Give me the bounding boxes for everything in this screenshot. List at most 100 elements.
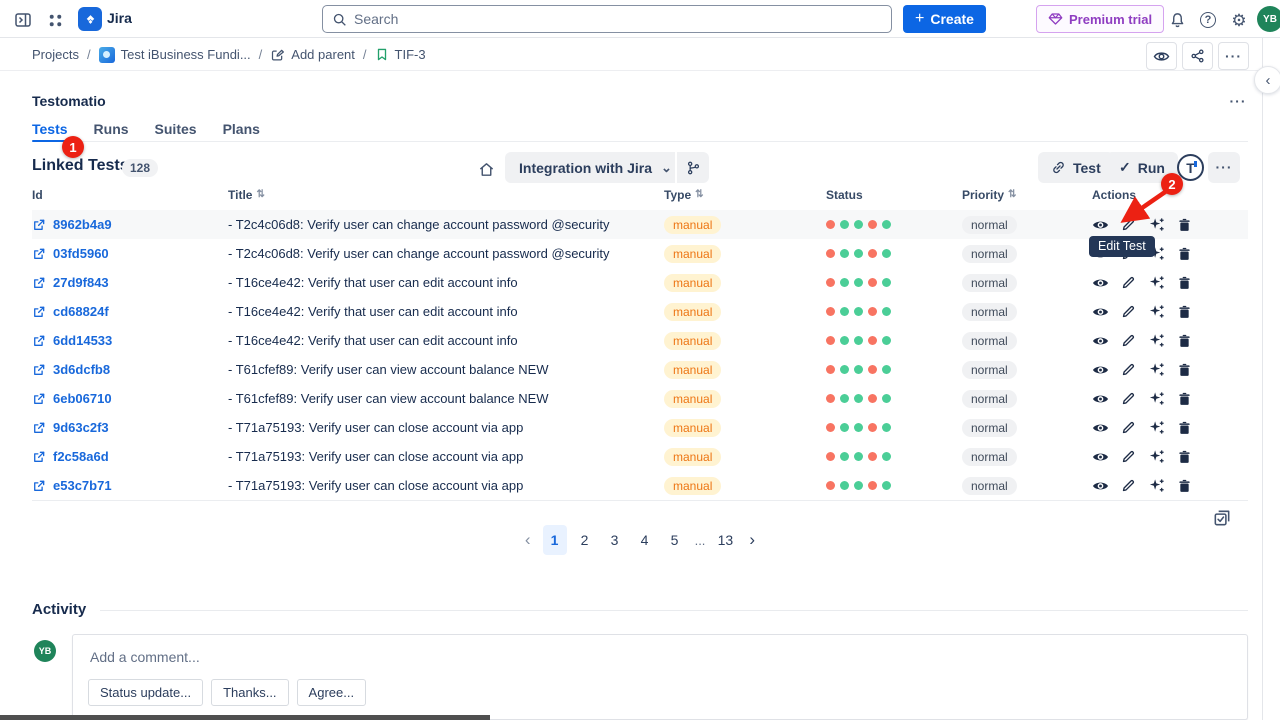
pagination-page-1[interactable]: 1: [543, 525, 567, 555]
table-row[interactable]: 9d63c2f3 - T71a75193: Verify user can cl…: [32, 413, 1248, 442]
pagination-page-4[interactable]: 4: [633, 525, 657, 555]
jira-logo-icon[interactable]: [78, 7, 102, 31]
breadcrumb-projects[interactable]: Projects: [32, 47, 79, 62]
share-icon[interactable]: [1182, 42, 1213, 70]
ai-sparkles-icon[interactable]: [1148, 303, 1165, 320]
delete-trash-icon[interactable]: [1176, 332, 1193, 349]
table-row[interactable]: 03fd5960 - T2c4c06d8: Verify user can ch…: [32, 239, 1248, 268]
link-test-button[interactable]: Test: [1038, 152, 1114, 183]
delete-trash-icon[interactable]: [1176, 448, 1193, 465]
delete-trash-icon[interactable]: [1176, 303, 1193, 320]
ai-sparkles-icon[interactable]: [1148, 477, 1165, 494]
pagination-page-2[interactable]: 2: [573, 525, 597, 555]
edit-pencil-icon[interactable]: [1120, 419, 1137, 436]
home-icon[interactable]: [472, 156, 500, 182]
global-search[interactable]: [322, 5, 892, 33]
table-row[interactable]: f2c58a6d - T71a75193: Verify user can cl…: [32, 442, 1248, 471]
column-header-title[interactable]: Title ⇅: [228, 188, 265, 202]
test-id-link[interactable]: 8962b4a9: [53, 217, 112, 232]
create-button[interactable]: + Create: [903, 5, 986, 33]
comment-input[interactable]: [90, 649, 1190, 665]
settings-gear-icon[interactable]: ⚙: [1226, 7, 1252, 33]
quick-reply-chip[interactable]: Thanks...: [211, 679, 288, 706]
column-header-type[interactable]: Type ⇅: [664, 188, 704, 202]
table-row[interactable]: 3d6dcfb8 - T61cfef89: Verify user can vi…: [32, 355, 1248, 384]
table-row[interactable]: 6eb06710 - T61cfef89: Verify user can vi…: [32, 384, 1248, 413]
pagination-prev-icon[interactable]: ‹: [519, 530, 537, 550]
page-more-icon[interactable]: ···: [1218, 42, 1249, 70]
view-eye-icon[interactable]: [1092, 216, 1109, 233]
view-eye-icon[interactable]: [1092, 448, 1109, 465]
test-id-link[interactable]: 6dd14533: [53, 333, 112, 348]
premium-trial-button[interactable]: Premium trial: [1036, 5, 1164, 33]
ai-sparkles-icon[interactable]: [1148, 390, 1165, 407]
branch-icon[interactable]: [675, 152, 709, 183]
sidebar-toggle-icon[interactable]: [10, 7, 36, 33]
pagination-next-icon[interactable]: ›: [743, 530, 761, 550]
view-eye-icon[interactable]: [1092, 332, 1109, 349]
test-id-link[interactable]: cd68824f: [53, 304, 109, 319]
panel-more-icon[interactable]: ···: [1224, 90, 1252, 112]
ai-sparkles-icon[interactable]: [1148, 274, 1165, 291]
delete-trash-icon[interactable]: [1176, 419, 1193, 436]
ai-sparkles-icon[interactable]: [1148, 419, 1165, 436]
pagination-page-3[interactable]: 3: [603, 525, 627, 555]
ai-sparkles-icon[interactable]: [1148, 216, 1165, 233]
test-id-link[interactable]: 9d63c2f3: [53, 420, 109, 435]
edit-pencil-icon[interactable]: [1120, 216, 1137, 233]
watch-eye-icon[interactable]: [1146, 42, 1177, 70]
toolbar-more-icon[interactable]: ···: [1208, 152, 1240, 183]
test-id-link[interactable]: 3d6dcfb8: [53, 362, 110, 377]
test-id-link[interactable]: 27d9f843: [53, 275, 109, 290]
column-header-priority[interactable]: Priority ⇅: [962, 188, 1016, 202]
quick-reply-chip[interactable]: Agree...: [297, 679, 367, 706]
edit-pencil-icon[interactable]: [1120, 274, 1137, 291]
table-row[interactable]: 8962b4a9 - T2c4c06d8: Verify user can ch…: [32, 210, 1248, 239]
edit-pencil-icon[interactable]: [1120, 448, 1137, 465]
tab-suites[interactable]: Suites: [155, 121, 197, 141]
table-row[interactable]: 6dd14533 - T16ce4e42: Verify that user c…: [32, 326, 1248, 355]
notifications-bell-icon[interactable]: [1164, 7, 1190, 33]
comment-box[interactable]: Status update... Thanks... Agree...: [72, 634, 1248, 720]
quick-reply-chip[interactable]: Status update...: [88, 679, 203, 706]
delete-trash-icon[interactable]: [1176, 216, 1193, 233]
test-id-link[interactable]: 6eb06710: [53, 391, 112, 406]
ai-sparkles-icon[interactable]: [1148, 332, 1165, 349]
delete-trash-icon[interactable]: [1176, 477, 1193, 494]
search-input[interactable]: [354, 11, 882, 27]
edit-pencil-icon[interactable]: [1120, 361, 1137, 378]
table-row[interactable]: e53c7b71 - T71a75193: Verify user can cl…: [32, 471, 1248, 500]
test-id-link[interactable]: f2c58a6d: [53, 449, 109, 464]
delete-trash-icon[interactable]: [1176, 274, 1193, 291]
table-row[interactable]: 27d9f843 - T16ce4e42: Verify that user c…: [32, 268, 1248, 297]
delete-trash-icon[interactable]: [1176, 361, 1193, 378]
branch-selector-dropdown[interactable]: Integration with Jira ⌄: [505, 152, 686, 183]
pagination-page-13[interactable]: 13: [713, 525, 737, 555]
app-switcher-icon[interactable]: [42, 7, 68, 33]
breadcrumb-issue[interactable]: TIF-3: [375, 47, 426, 62]
test-id-link[interactable]: 03fd5960: [53, 246, 109, 261]
test-id-link[interactable]: e53c7b71: [53, 478, 112, 493]
ai-sparkles-icon[interactable]: [1148, 448, 1165, 465]
delete-trash-icon[interactable]: [1176, 245, 1193, 262]
view-eye-icon[interactable]: [1092, 274, 1109, 291]
tab-runs[interactable]: Runs: [94, 121, 129, 141]
user-avatar[interactable]: YB: [1257, 6, 1280, 32]
table-row[interactable]: cd68824f - T16ce4e42: Verify that user c…: [32, 297, 1248, 326]
tab-plans[interactable]: Plans: [223, 121, 260, 141]
breadcrumb-project[interactable]: Test iBusiness Fundi...: [99, 47, 251, 63]
view-eye-icon[interactable]: [1092, 390, 1109, 407]
collapse-panel-icon[interactable]: ‹: [1254, 66, 1280, 94]
delete-trash-icon[interactable]: [1176, 390, 1193, 407]
tab-tests[interactable]: Tests: [32, 121, 68, 141]
ai-sparkles-icon[interactable]: [1148, 361, 1165, 378]
edit-pencil-icon[interactable]: [1120, 477, 1137, 494]
view-eye-icon[interactable]: [1092, 477, 1109, 494]
edit-pencil-icon[interactable]: [1120, 332, 1137, 349]
pagination-page-5[interactable]: 5: [663, 525, 687, 555]
edit-pencil-icon[interactable]: [1120, 390, 1137, 407]
view-eye-icon[interactable]: [1092, 303, 1109, 320]
view-eye-icon[interactable]: [1092, 419, 1109, 436]
add-parent-button[interactable]: Add parent: [270, 47, 355, 62]
view-eye-icon[interactable]: [1092, 361, 1109, 378]
